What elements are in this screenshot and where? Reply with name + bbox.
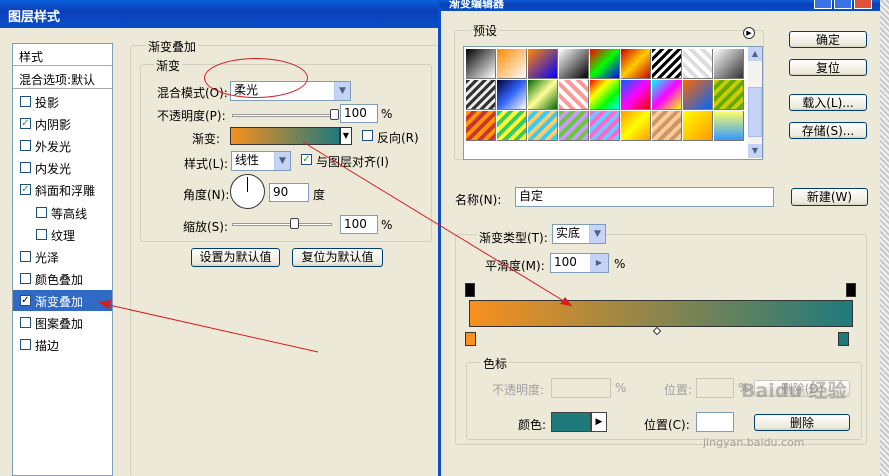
annotation-arrows bbox=[98, 141, 573, 353]
arrow-line-to-bar bbox=[302, 141, 573, 307]
arrow-head-item bbox=[98, 300, 111, 309]
arrow-line-to-item bbox=[99, 302, 319, 353]
arrow-head-bar bbox=[560, 297, 572, 306]
